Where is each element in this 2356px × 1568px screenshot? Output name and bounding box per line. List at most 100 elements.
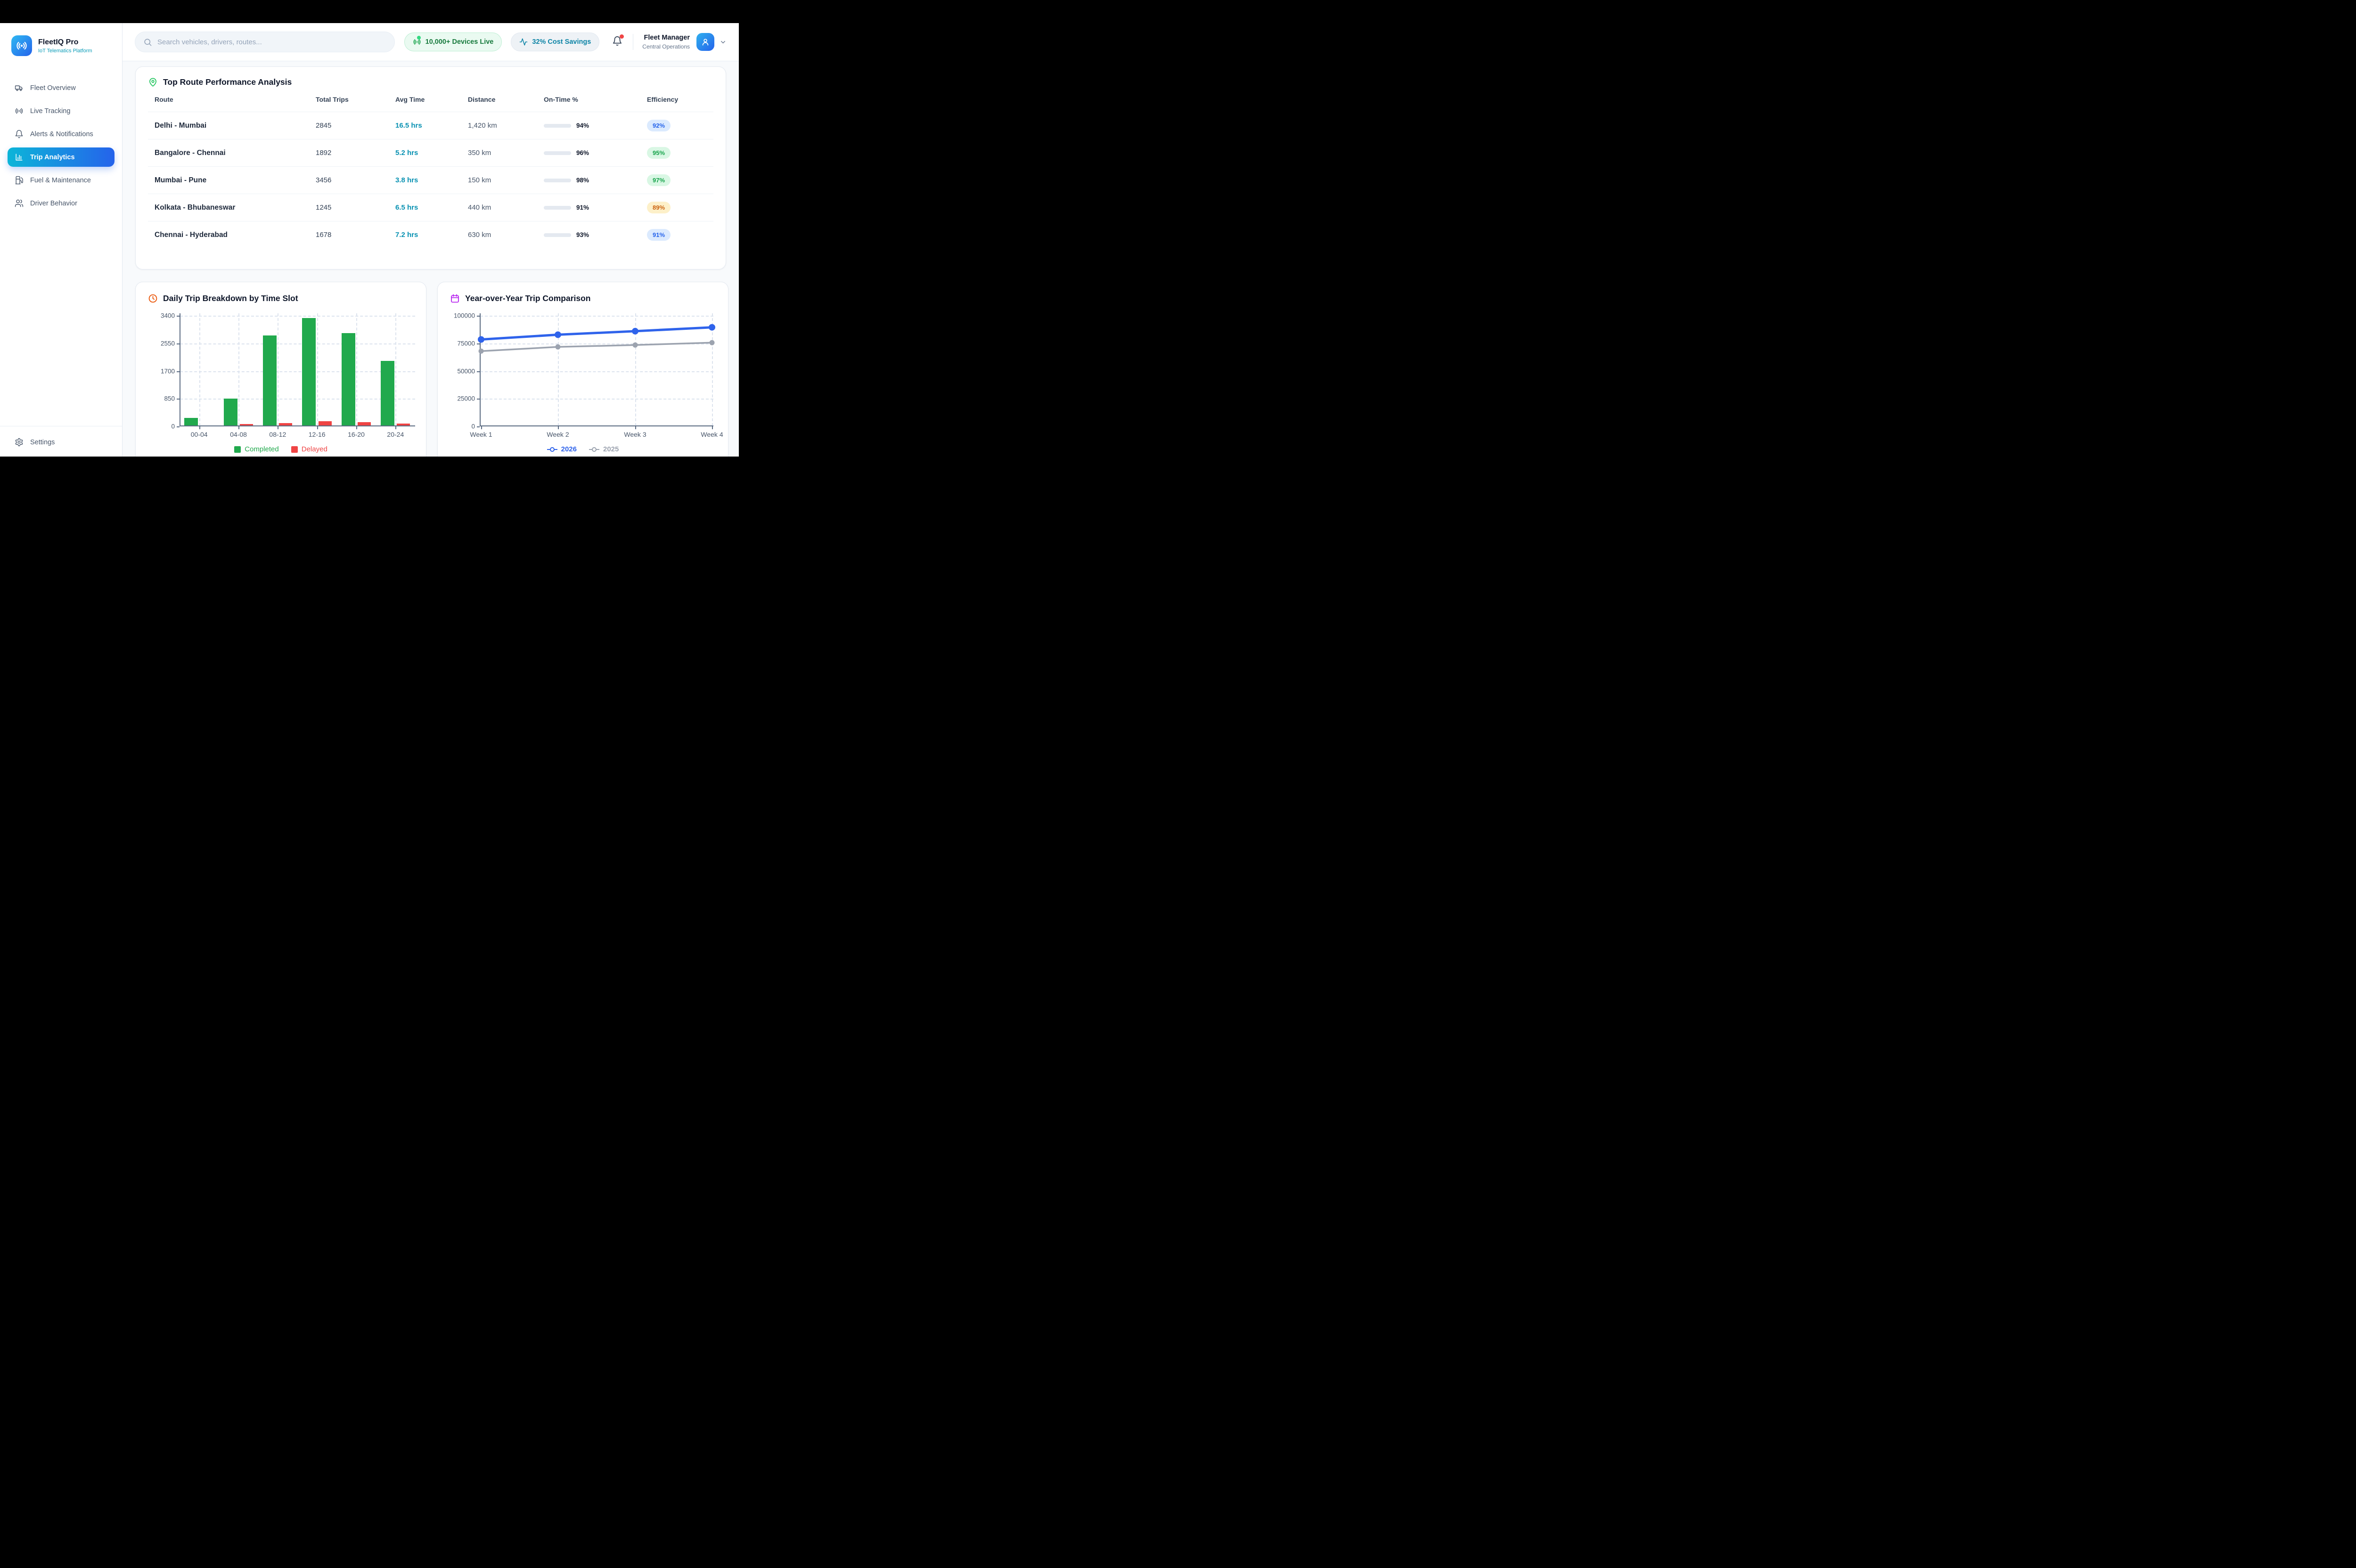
on-time-cell: 93% <box>544 231 647 238</box>
data-point-2025 <box>710 340 715 345</box>
avatar[interactable] <box>696 33 714 51</box>
legend-item-completed[interactable]: Completed <box>234 445 279 453</box>
route-name: Kolkata - Bhubaneswar <box>155 204 316 212</box>
h-gridline <box>180 371 415 372</box>
on-time-progress <box>544 179 571 182</box>
table-row: Bangalore - Chennai18925.2 hrs350 km96%9… <box>148 139 713 166</box>
efficiency-cell: 89% <box>647 202 713 213</box>
on-time-label: 96% <box>576 149 589 156</box>
avg-time-value: 16.5 hrs <box>395 122 468 130</box>
data-point-2026 <box>478 336 484 343</box>
y-tick-label: 3400 <box>161 312 175 319</box>
user-name: Fleet Manager <box>642 33 690 42</box>
x-tick <box>199 426 200 429</box>
x-tick-label: Week 3 <box>624 431 646 438</box>
bar-completed <box>302 318 316 426</box>
sidebar-item-fuel-maintenance[interactable]: Fuel & Maintenance <box>8 171 115 190</box>
y-tick <box>477 426 480 427</box>
bar-completed <box>184 418 198 426</box>
on-time-cell: 91% <box>544 204 647 211</box>
on-time-progress <box>544 233 571 237</box>
col-avg-time: Avg Time <box>395 96 468 103</box>
route-name: Bangalore - Chennai <box>155 149 316 157</box>
line-series-2025 <box>481 343 712 351</box>
cost-savings-label: 32% Cost Savings <box>532 38 591 46</box>
sidebar: FleetIQ Pro IoT Telematics Platform Flee… <box>0 23 123 480</box>
sidebar-item-live-tracking[interactable]: Live Tracking <box>8 101 115 121</box>
gear-icon <box>15 438 24 447</box>
on-time-progress <box>544 206 571 210</box>
distance-value: 440 km <box>468 204 544 212</box>
calendar-icon <box>450 294 460 303</box>
devices-live-label: 10,000+ Devices Live <box>425 38 494 46</box>
map-pin-icon <box>148 77 158 87</box>
y-tick-label: 25000 <box>457 395 475 402</box>
h-gridline <box>180 399 415 400</box>
route-performance-card: Top Route Performance Analysis Route Tot… <box>135 66 726 270</box>
users-icon <box>15 199 24 208</box>
x-tick-label: Week 4 <box>701 431 723 438</box>
content: Top Route Performance Analysis Route Tot… <box>123 61 739 480</box>
legend-item-delayed[interactable]: Delayed <box>291 445 327 453</box>
x-tick <box>317 426 318 429</box>
legend-item-2026[interactable]: 2026 <box>547 445 577 453</box>
bar-completed <box>381 361 394 426</box>
y-tick-label: 75000 <box>457 340 475 347</box>
charts-row: Daily Trip Breakdown by Time Slot 085017… <box>135 282 726 464</box>
legend-line-marker <box>589 447 599 452</box>
avg-time-value: 6.5 hrs <box>395 204 468 212</box>
y-tick-label: 0 <box>171 423 175 430</box>
total-trips-value: 3456 <box>316 176 395 184</box>
x-tick <box>712 426 713 429</box>
distance-value: 630 km <box>468 231 544 239</box>
x-tick <box>356 426 357 429</box>
truck-icon <box>15 83 24 92</box>
col-route: Route <box>155 96 316 103</box>
legend-marker-circle <box>592 447 597 452</box>
table-row: Kolkata - Bhubaneswar12456.5 hrs440 km91… <box>148 194 713 221</box>
page-title: Top Route Performance Analysis <box>163 77 292 87</box>
sidebar-item-fleet-overview[interactable]: Fleet Overview <box>8 78 115 98</box>
sidebar-item-trip-analytics[interactable]: Trip Analytics <box>8 147 115 167</box>
brand: FleetIQ Pro IoT Telematics Platform <box>0 23 122 56</box>
total-trips-value: 1245 <box>316 204 395 212</box>
cost-savings-badge[interactable]: 32% Cost Savings <box>511 33 599 51</box>
sidebar-item-alerts-notifications[interactable]: Alerts & Notifications <box>8 124 115 144</box>
devices-live-badge[interactable]: 10,000+ Devices Live <box>404 33 502 51</box>
user-block[interactable]: Fleet Manager Central Operations <box>642 33 690 50</box>
y-tick <box>177 426 180 427</box>
y-tick-label: 50000 <box>457 368 475 375</box>
bar-chart-plot: 085017002550340000-0404-0808-1212-1616-2… <box>180 313 415 426</box>
table-row: Delhi - Mumbai284516.5 hrs1,420 km94%92% <box>148 112 713 139</box>
sidebar-item-driver-behavior[interactable]: Driver Behavior <box>8 194 115 213</box>
legend-swatch <box>234 446 241 453</box>
x-tick-label: 12-16 <box>309 431 326 438</box>
bar-completed <box>263 335 277 426</box>
sidebar-item-settings[interactable]: Settings <box>8 433 115 452</box>
route-name: Chennai - Hyderabad <box>155 231 316 239</box>
user-icon <box>701 37 710 47</box>
h-gridline <box>180 316 415 317</box>
total-trips-value: 1892 <box>316 149 395 157</box>
line-series-svg <box>480 313 713 426</box>
chevron-down-icon[interactable] <box>720 39 727 46</box>
legend-label: 2025 <box>603 445 619 453</box>
distance-value: 1,420 km <box>468 122 544 130</box>
y-tick-label: 2550 <box>161 340 175 347</box>
legend-item-2025[interactable]: 2025 <box>589 445 619 453</box>
v-gridline <box>317 313 318 426</box>
notifications-button[interactable] <box>612 36 622 49</box>
search-bar[interactable] <box>135 32 395 52</box>
bar-completed <box>224 399 237 426</box>
status-badge: 92% <box>647 120 671 131</box>
on-time-cell: 96% <box>544 149 647 156</box>
table-row: Mumbai - Pune34563.8 hrs150 km98%97% <box>148 166 713 194</box>
broadcast-icon <box>15 106 24 115</box>
top-letterbox-bar <box>0 0 739 23</box>
h-gridline <box>180 343 415 344</box>
search-input[interactable] <box>157 38 386 46</box>
on-time-progress <box>544 124 571 128</box>
total-trips-value: 1678 <box>316 231 395 239</box>
x-tick-label: Week 1 <box>470 431 492 438</box>
route-name: Delhi - Mumbai <box>155 122 316 130</box>
